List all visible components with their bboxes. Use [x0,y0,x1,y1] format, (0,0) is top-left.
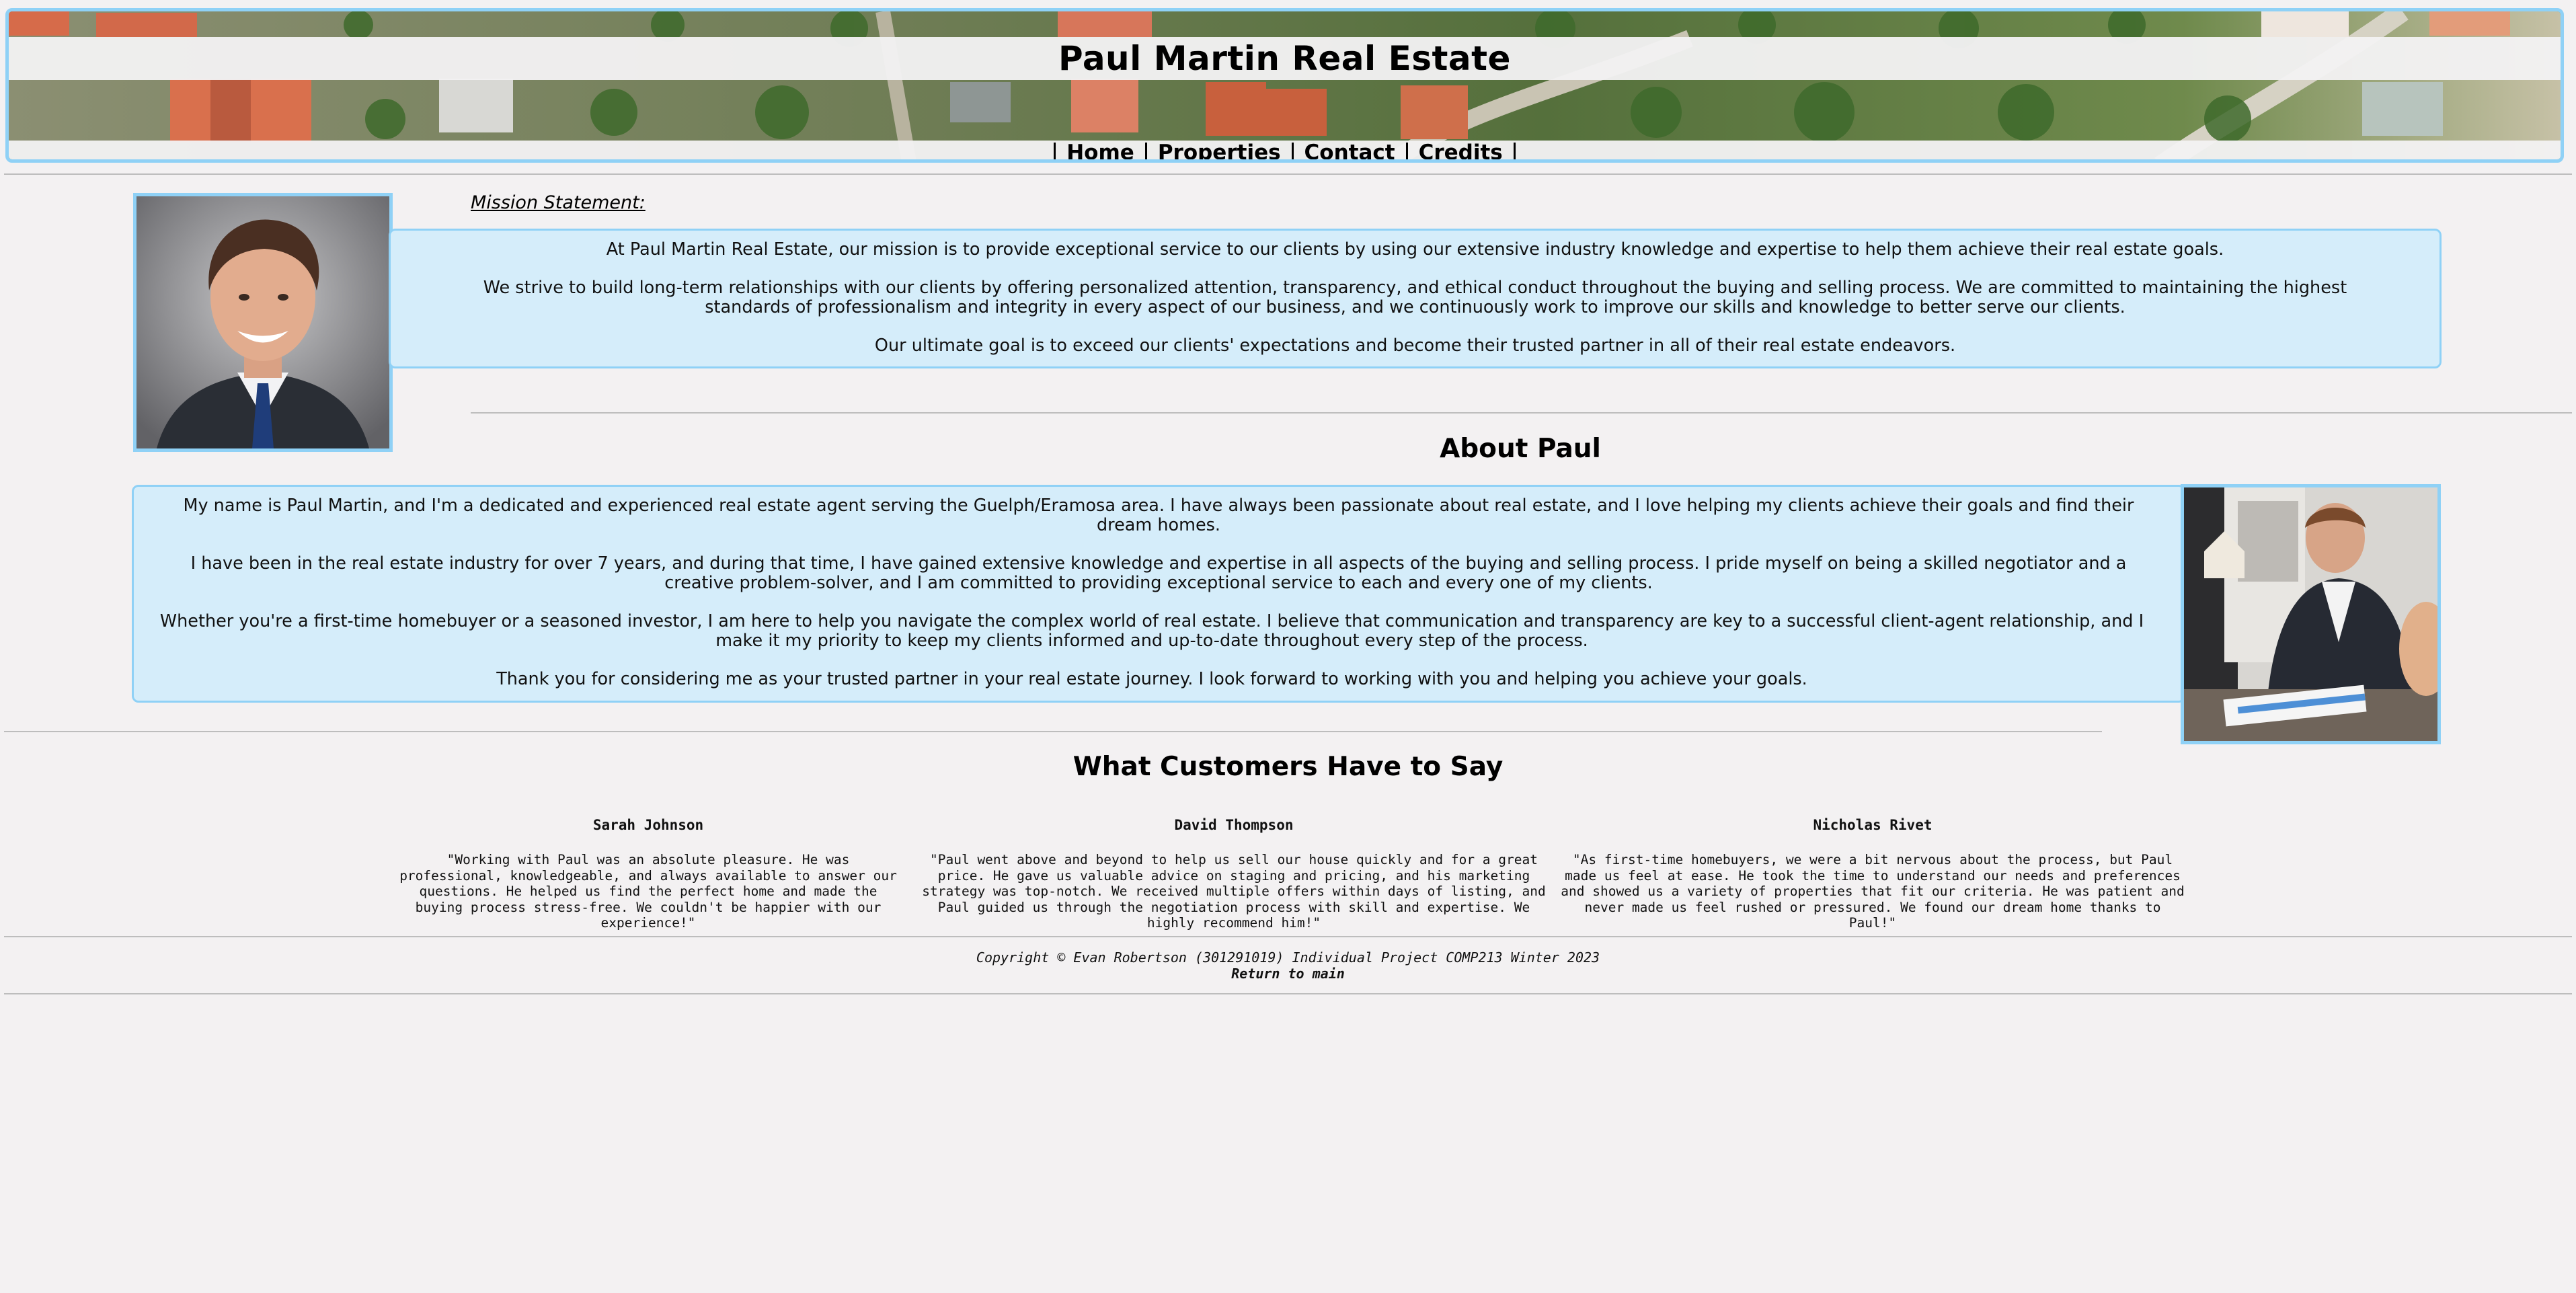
testimonial-name: Nicholas Rivet [1813,817,1933,833]
nav-separator [1291,143,1294,159]
about-paragraph: I have been in the real estate industry … [190,553,2127,593]
divider [471,412,2572,414]
divider [4,993,2572,994]
mission-label: Mission Statement: [471,192,646,213]
testimonial-name: Sarah Johnson [592,817,704,833]
nav-separator [1513,143,1516,159]
main-nav: Home Properties Contact Credits [9,141,2561,159]
about-paragraph: Whether you're a first-time homebuyer or… [159,611,2144,651]
paul-headshot-image [133,193,393,452]
nav-link-credits[interactable]: Credits [1419,141,1503,159]
about-panel: My name is Paul Martin, and I'm a dedica… [132,485,2185,703]
testimonial-card: David Thompson "Paul went above and beyo… [911,817,1557,931]
testimonial-name: David Thompson [1174,817,1294,833]
nav-separator [1144,143,1147,159]
divider [4,731,2102,732]
footer: Copyright © Evan Robertson (301291019) I… [0,949,2576,982]
mission-panel: At Paul Martin Real Estate, our mission … [389,229,2442,368]
about-paragraph: My name is Paul Martin, and I'm a dedica… [183,496,2134,535]
testimonial-quote: "As first-time homebuyers, we were a bit… [1561,852,2185,931]
testimonial-card: Nicholas Rivet "As first-time homebuyers… [1560,817,2185,931]
mission-paragraph: Our ultimate goal is to exceed our clien… [874,336,1956,356]
nav-link-contact[interactable]: Contact [1304,141,1395,159]
site-title: Paul Martin Real Estate [1058,39,1511,78]
nav-link-home[interactable]: Home [1066,141,1134,159]
testimonial-card: Sarah Johnson "Working with Paul was an … [395,817,901,931]
mission-paragraph: We strive to build long-term relationshi… [483,278,2347,317]
title-strip: Paul Martin Real Estate [9,37,2561,80]
testimonial-quote: "Paul went above and beyond to help us s… [922,852,1546,931]
divider [4,936,2572,937]
nav-separator [1054,143,1056,159]
testimonials-title: What Customers Have to Say [1072,752,1504,782]
nav-separator [1405,143,1408,159]
mission-paragraph: At Paul Martin Real Estate, our mission … [606,239,2224,260]
about-title: About Paul [1440,434,1601,464]
testimonial-quote: "Working with Paul was an absolute pleas… [399,852,897,931]
paul-at-work-image [2181,484,2441,744]
nav-link-properties[interactable]: Properties [1158,141,1281,159]
divider [4,173,2572,175]
copyright-text: Copyright © Evan Robertson (301291019) I… [976,949,1600,966]
header-banner: Paul Martin Real Estate Home Properties … [5,8,2564,163]
return-to-main-link[interactable]: Return to main [0,966,2576,982]
about-paragraph: Thank you for considering me as your tru… [496,669,1807,689]
